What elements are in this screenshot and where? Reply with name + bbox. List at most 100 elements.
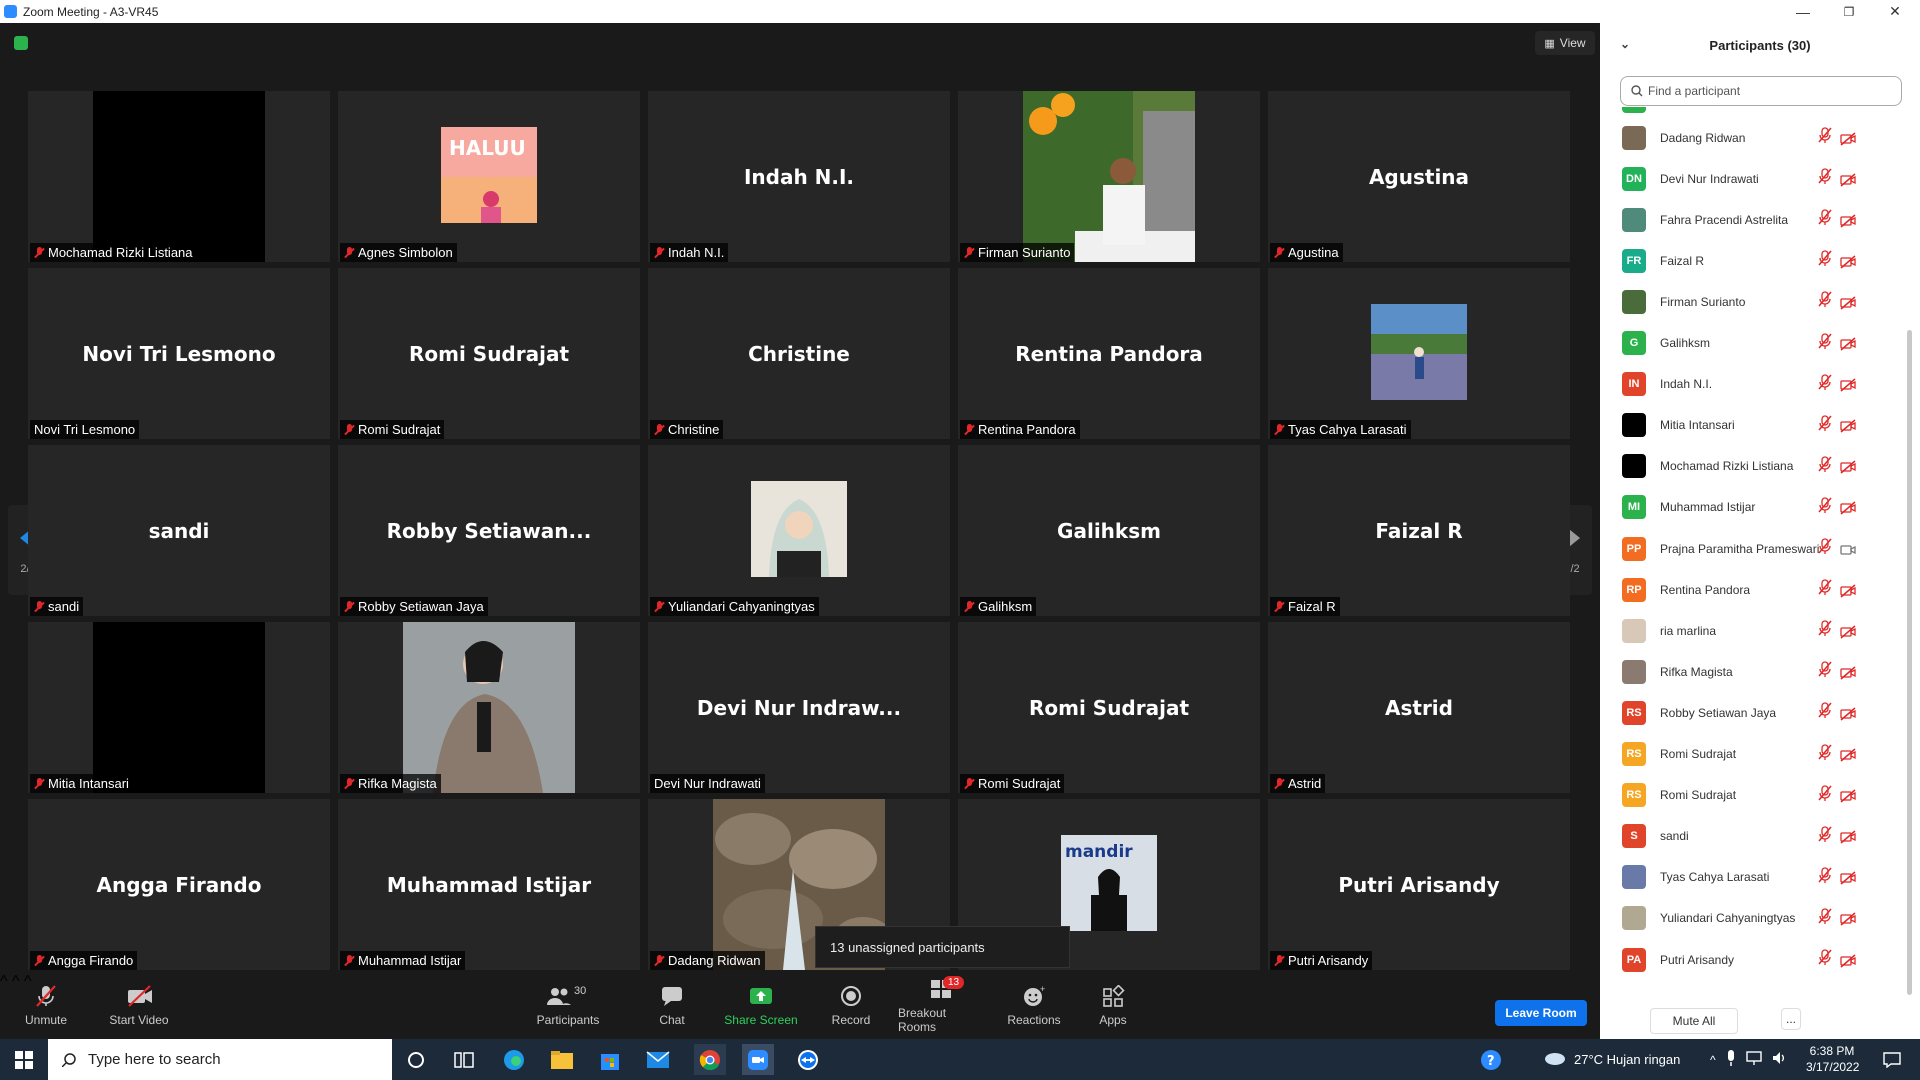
chat-button[interactable]: Chat	[652, 973, 692, 1039]
camera-on-icon[interactable]	[1840, 543, 1856, 555]
start-video-button[interactable]: Start Video	[104, 973, 174, 1039]
zoom-taskbar-icon[interactable]	[742, 1044, 774, 1075]
microphone-tray-icon[interactable]	[1726, 1050, 1736, 1069]
mic-muted-icon[interactable]	[1818, 743, 1832, 765]
video-tile[interactable]: Putri Arisandy Putri Arisandy	[1268, 799, 1570, 970]
cortana-icon[interactable]	[400, 1044, 432, 1075]
video-tile[interactable]: Rifka Magista	[338, 622, 640, 793]
video-tile[interactable]: Christine Christine	[648, 268, 950, 439]
video-tile[interactable]: Galihksm Galihksm	[958, 445, 1260, 616]
participant-row[interactable]: PA Putri Arisandy	[1600, 939, 1900, 980]
video-tile[interactable]: Robby Setiawan... Robby Setiawan Jaya	[338, 445, 640, 616]
mic-muted-icon[interactable]	[1818, 373, 1832, 395]
video-tile[interactable]: Novi Tri Lesmono Novi Tri Lesmono	[28, 268, 330, 439]
camera-off-icon[interactable]	[1840, 912, 1856, 926]
participant-search-input[interactable]: Find a participant	[1620, 76, 1902, 106]
participant-row[interactable]: Fahra Pracendi Astrelita	[1600, 199, 1900, 240]
participant-row[interactable]: Tyas Cahya Larasati	[1600, 857, 1900, 898]
participant-row[interactable]: RS Romi Sudrajat	[1600, 734, 1900, 775]
camera-off-icon[interactable]	[1840, 214, 1856, 228]
participant-row[interactable]: RS Romi Sudrajat	[1600, 775, 1900, 816]
collapse-chevron-icon[interactable]: ⌄	[1620, 37, 1630, 51]
camera-off-icon[interactable]	[1840, 748, 1856, 762]
camera-off-icon[interactable]	[1840, 337, 1856, 351]
tray-overflow-icon[interactable]: ^	[1710, 1053, 1716, 1067]
video-tile[interactable]: Faizal R Faizal R	[1268, 445, 1570, 616]
close-button[interactable]: ✕	[1872, 0, 1918, 23]
mic-muted-icon[interactable]	[1818, 332, 1832, 354]
participant-row[interactable]: Firman Surianto	[1600, 281, 1900, 322]
camera-off-icon[interactable]	[1840, 255, 1856, 269]
camera-off-icon[interactable]	[1840, 501, 1856, 515]
camera-off-icon[interactable]	[1840, 953, 1856, 968]
mic-muted-icon[interactable]	[1818, 661, 1832, 682]
camera-off-icon[interactable]	[1840, 173, 1856, 187]
record-button[interactable]: Record	[829, 973, 873, 1039]
participant-row[interactable]: FR Faizal R	[1600, 240, 1900, 281]
camera-off-icon[interactable]	[1840, 460, 1856, 474]
participant-row[interactable]: Mochamad Rizki Listiana	[1600, 446, 1900, 487]
camera-off-icon[interactable]	[1840, 378, 1856, 392]
participant-row[interactable]: PP Prajna Paramitha Prameswari	[1600, 528, 1900, 569]
teamviewer-icon[interactable]	[792, 1044, 824, 1075]
audio-options-caret-icon[interactable]: ^	[0, 973, 8, 990]
participant-row[interactable]: IN Indah N.I.	[1600, 364, 1900, 405]
camera-off-icon[interactable]	[1840, 871, 1856, 885]
mic-muted-icon[interactable]	[1818, 127, 1832, 148]
chrome-icon[interactable]	[694, 1044, 726, 1075]
mic-muted-icon[interactable]	[1818, 456, 1832, 477]
video-tile[interactable]: Romi Sudrajat Romi Sudrajat	[338, 268, 640, 439]
leave-room-button[interactable]: Leave Room	[1495, 1000, 1587, 1026]
video-tile[interactable]: Mitia Intansari	[28, 622, 330, 793]
mic-muted-icon[interactable]	[1818, 908, 1832, 929]
video-tile[interactable]: Romi Sudrajat Romi Sudrajat	[958, 622, 1260, 793]
participant-row[interactable]: G Galihksm	[1600, 323, 1900, 364]
video-tile[interactable]: Agustina Agustina	[1268, 91, 1570, 262]
camera-off-icon[interactable]	[1840, 707, 1856, 721]
video-tile[interactable]: HALUU Agnes Simbolon	[338, 91, 640, 262]
video-tile[interactable]: Mochamad Rizki Listiana	[28, 91, 330, 262]
mic-muted-icon[interactable]	[1818, 538, 1832, 559]
video-tile[interactable]: Rentina Pandora Rentina Pandora	[958, 268, 1260, 439]
view-button[interactable]: ▦ View	[1535, 31, 1595, 55]
maximize-button[interactable]: ❐	[1826, 0, 1872, 23]
video-tile[interactable]: Tyas Cahya Larasati	[1268, 268, 1570, 439]
participant-row[interactable]: MI Muhammad Istijar	[1600, 487, 1900, 528]
video-tile[interactable]: Astrid Astrid	[1268, 622, 1570, 793]
mail-icon[interactable]	[642, 1044, 674, 1075]
participant-row[interactable]: Yuliandari Cahyaningtyas	[1600, 898, 1900, 939]
weather-widget[interactable]: 27°C Hujan ringan	[1544, 1039, 1680, 1080]
video-tile[interactable]: Firman Surianto	[958, 91, 1260, 262]
notifications-icon[interactable]	[1876, 1044, 1908, 1075]
microsoft-store-icon[interactable]	[594, 1044, 626, 1075]
video-tile[interactable]: Angga Firando Angga Firando	[28, 799, 330, 970]
video-tile[interactable]: Indah N.I. Indah N.I.	[648, 91, 950, 262]
windows-start-icon[interactable]	[8, 1044, 40, 1075]
mute-all-button[interactable]: Mute All	[1650, 1008, 1738, 1034]
reactions-button[interactable]: + Reactions	[1006, 973, 1062, 1039]
camera-off-icon[interactable]	[1840, 296, 1856, 310]
unmute-button[interactable]: Unmute	[20, 973, 72, 1039]
camera-off-icon[interactable]	[1840, 789, 1856, 803]
participants-button[interactable]: 30 Participants	[535, 973, 601, 1039]
minimize-button[interactable]: —	[1780, 0, 1826, 23]
participant-row[interactable]: Dadang Ridwan	[1600, 117, 1900, 158]
mic-muted-icon[interactable]	[1818, 497, 1832, 518]
mic-muted-icon[interactable]	[1818, 209, 1832, 230]
mic-muted-icon[interactable]	[1818, 579, 1832, 600]
mic-muted-icon[interactable]	[1818, 702, 1832, 723]
apps-button[interactable]: Apps	[1096, 973, 1130, 1039]
mic-muted-icon[interactable]	[1818, 867, 1832, 888]
mic-muted-icon[interactable]	[1818, 949, 1832, 970]
volume-icon[interactable]	[1772, 1051, 1788, 1068]
camera-off-icon[interactable]	[1840, 666, 1856, 680]
more-options-button[interactable]: ...	[1781, 1008, 1801, 1030]
video-tile[interactable]: Muhammad Istijar Muhammad Istijar	[338, 799, 640, 970]
mic-muted-icon[interactable]	[1818, 291, 1832, 312]
network-icon[interactable]	[1745, 1051, 1762, 1068]
mic-muted-icon[interactable]	[1818, 250, 1832, 271]
file-explorer-icon[interactable]	[546, 1044, 578, 1075]
participant-row[interactable]: Ssandi	[1600, 816, 1900, 857]
camera-off-icon[interactable]	[1840, 419, 1856, 433]
share-screen-button[interactable]: Share Screen	[724, 973, 798, 1039]
